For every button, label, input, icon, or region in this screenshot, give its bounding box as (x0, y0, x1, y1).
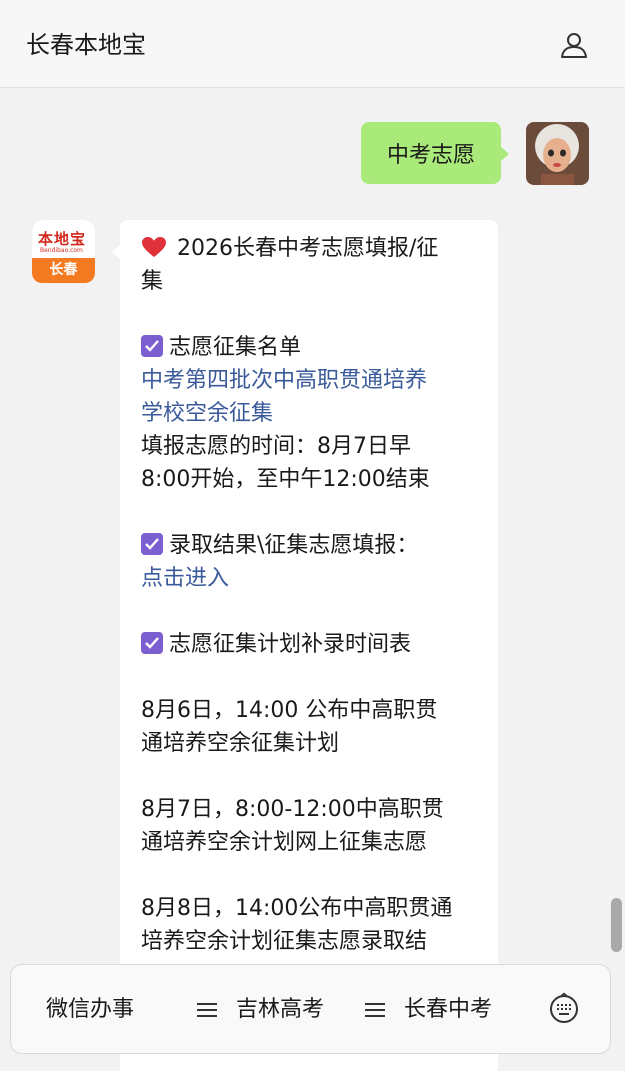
message-title-line: 2026长春中考志愿填报/征 (141, 232, 478, 265)
schedule-item-2-line-2: 通培养空余计划网上征集志愿 (141, 830, 428, 855)
fill-time-line-1: 填报志愿的时间：8月7日早 (141, 434, 411, 459)
bot-avatar[interactable]: 本地宝 Bendibao.com 长春 (32, 220, 95, 283)
checkbox-icon (141, 632, 163, 654)
schedule-item-3-line-1: 8月8日，14:00公布中高职贯通 (141, 896, 453, 921)
checkbox-icon (141, 335, 163, 357)
message-list[interactable]: 中考志愿 本地宝 Bendibao.com 长春 2026长春中考志愿填报/征 … (0, 89, 625, 1071)
menu-item-wechat-services[interactable]: 微信办事 (46, 995, 134, 1025)
vacancy-link-line-2[interactable]: 学校空余征集 (141, 397, 478, 430)
outgoing-message-text: 中考志愿 (386, 143, 475, 168)
enter-link[interactable]: 点击进入 (141, 562, 478, 595)
section-heading-schedule: 志愿征集计划补录时间表 (141, 628, 478, 661)
section-heading-list: 志愿征集名单 (141, 331, 478, 364)
section-heading-results: 录取结果\征集志愿填报： (141, 529, 478, 562)
menu-item-jilin-gaokao[interactable]: 吉林高考 (236, 995, 324, 1025)
section-heading-results-text: 录取结果\征集志愿填报： (169, 533, 419, 558)
section-heading-schedule-text: 志愿征集计划补录时间表 (169, 632, 412, 657)
avatar-logo-sub: Bendibao.com (40, 247, 83, 254)
menu-lines-icon (365, 1003, 385, 1017)
section-heading-list-text: 志愿征集名单 (169, 335, 302, 360)
scrollbar-thumb[interactable] (611, 898, 622, 952)
user-avatar[interactable] (526, 122, 589, 185)
avatar-city-label: 长春 (49, 262, 78, 278)
page-title: 长春本地宝 (26, 31, 146, 59)
chat-page: 长春本地宝 中考志愿 本地宝 Bendibao.com 长春 2026长春中考志… (0, 0, 625, 1071)
schedule-item-2-line-1: 8月7日，8:00-12:00中高职贯 (141, 797, 444, 822)
menu-lines-icon (197, 1003, 217, 1017)
avatar-logo-text: 本地宝 (38, 230, 87, 248)
top-bar: 长春本地宝 (0, 0, 625, 88)
message-title-text-2: 集 (141, 269, 164, 294)
checkbox-icon (141, 533, 163, 555)
schedule-item-1-line-1: 8月6日，14:00 公布中高职贯 (141, 698, 438, 723)
message-title-text-1: 2026长春中考志愿填报/征 (177, 236, 439, 261)
bottom-menu-bar: 微信办事 吉林高考 长春中考 (10, 964, 611, 1054)
vacancy-link-line-1[interactable]: 中考第四批次中高职贯通培养 (141, 364, 478, 397)
person-icon[interactable] (557, 28, 591, 62)
schedule-item-1-line-2: 通培养空余征集计划 (141, 731, 340, 756)
fill-time-line-2: 8:00开始，至中午12:00结束 (141, 467, 430, 492)
outgoing-message[interactable]: 中考志愿 (361, 122, 509, 184)
keyboard-icon[interactable] (548, 992, 580, 1024)
menu-item-changchun-zhongkao[interactable]: 长春中考 (404, 995, 492, 1025)
heart-icon (141, 235, 167, 257)
schedule-item-3-line-2: 培养空余计划征集志愿录取结 (141, 929, 428, 954)
bot-message[interactable]: 2026长春中考志愿填报/征 集 志愿征集名单 中考第四批次中高职贯通培养 学校… (112, 220, 498, 1071)
